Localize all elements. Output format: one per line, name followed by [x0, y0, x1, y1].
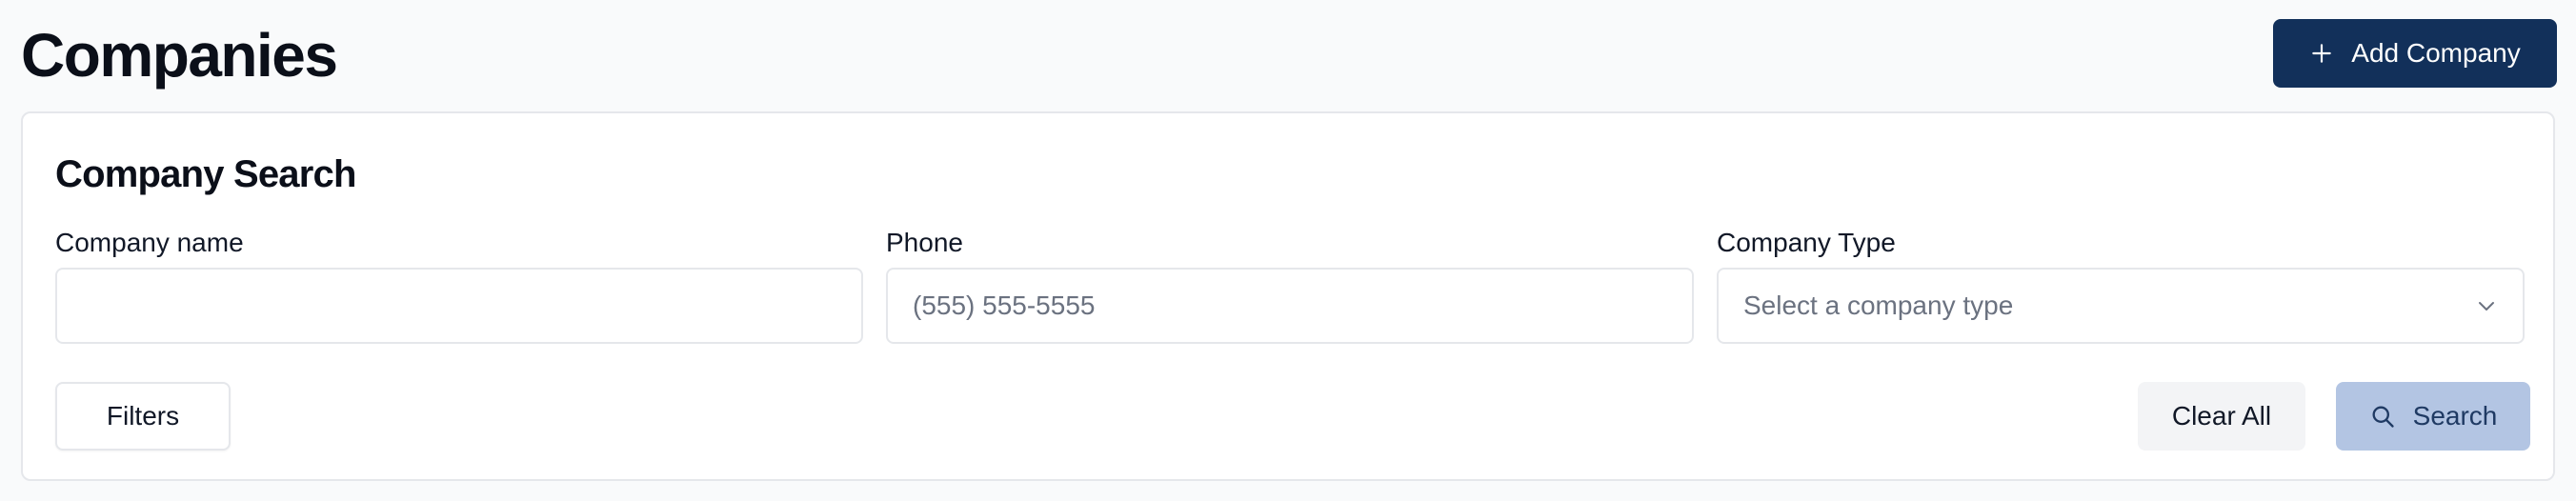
company-type-placeholder: Select a company type	[1743, 291, 2014, 320]
company-type-select[interactable]: Select a company type	[1717, 268, 2525, 344]
phone-label: Phone	[886, 228, 963, 257]
company-type-label: Company Type	[1717, 228, 1896, 257]
card-title: Company Search	[55, 153, 356, 195]
clear-all-button[interactable]: Clear All	[2138, 382, 2305, 451]
search-icon	[2372, 406, 2394, 428]
page-title: Companies	[21, 21, 338, 90]
company-name-input[interactable]	[55, 268, 863, 344]
company-search-card: Company Search Company name Phone Compan…	[21, 111, 2555, 481]
phone-input[interactable]	[886, 268, 1694, 344]
companies-page: Companies Add Company Company Search Com…	[0, 0, 2576, 501]
plus-icon	[2312, 44, 2332, 63]
search-button[interactable]: Search	[2336, 382, 2530, 451]
add-company-button[interactable]: Add Company	[2273, 19, 2557, 88]
company-name-label: Company name	[55, 228, 244, 257]
search-label: Search	[2412, 401, 2498, 431]
filters-button[interactable]: Filters	[55, 382, 231, 451]
add-company-label: Add Company	[2351, 38, 2521, 68]
chevron-down-icon	[2479, 302, 2494, 311]
